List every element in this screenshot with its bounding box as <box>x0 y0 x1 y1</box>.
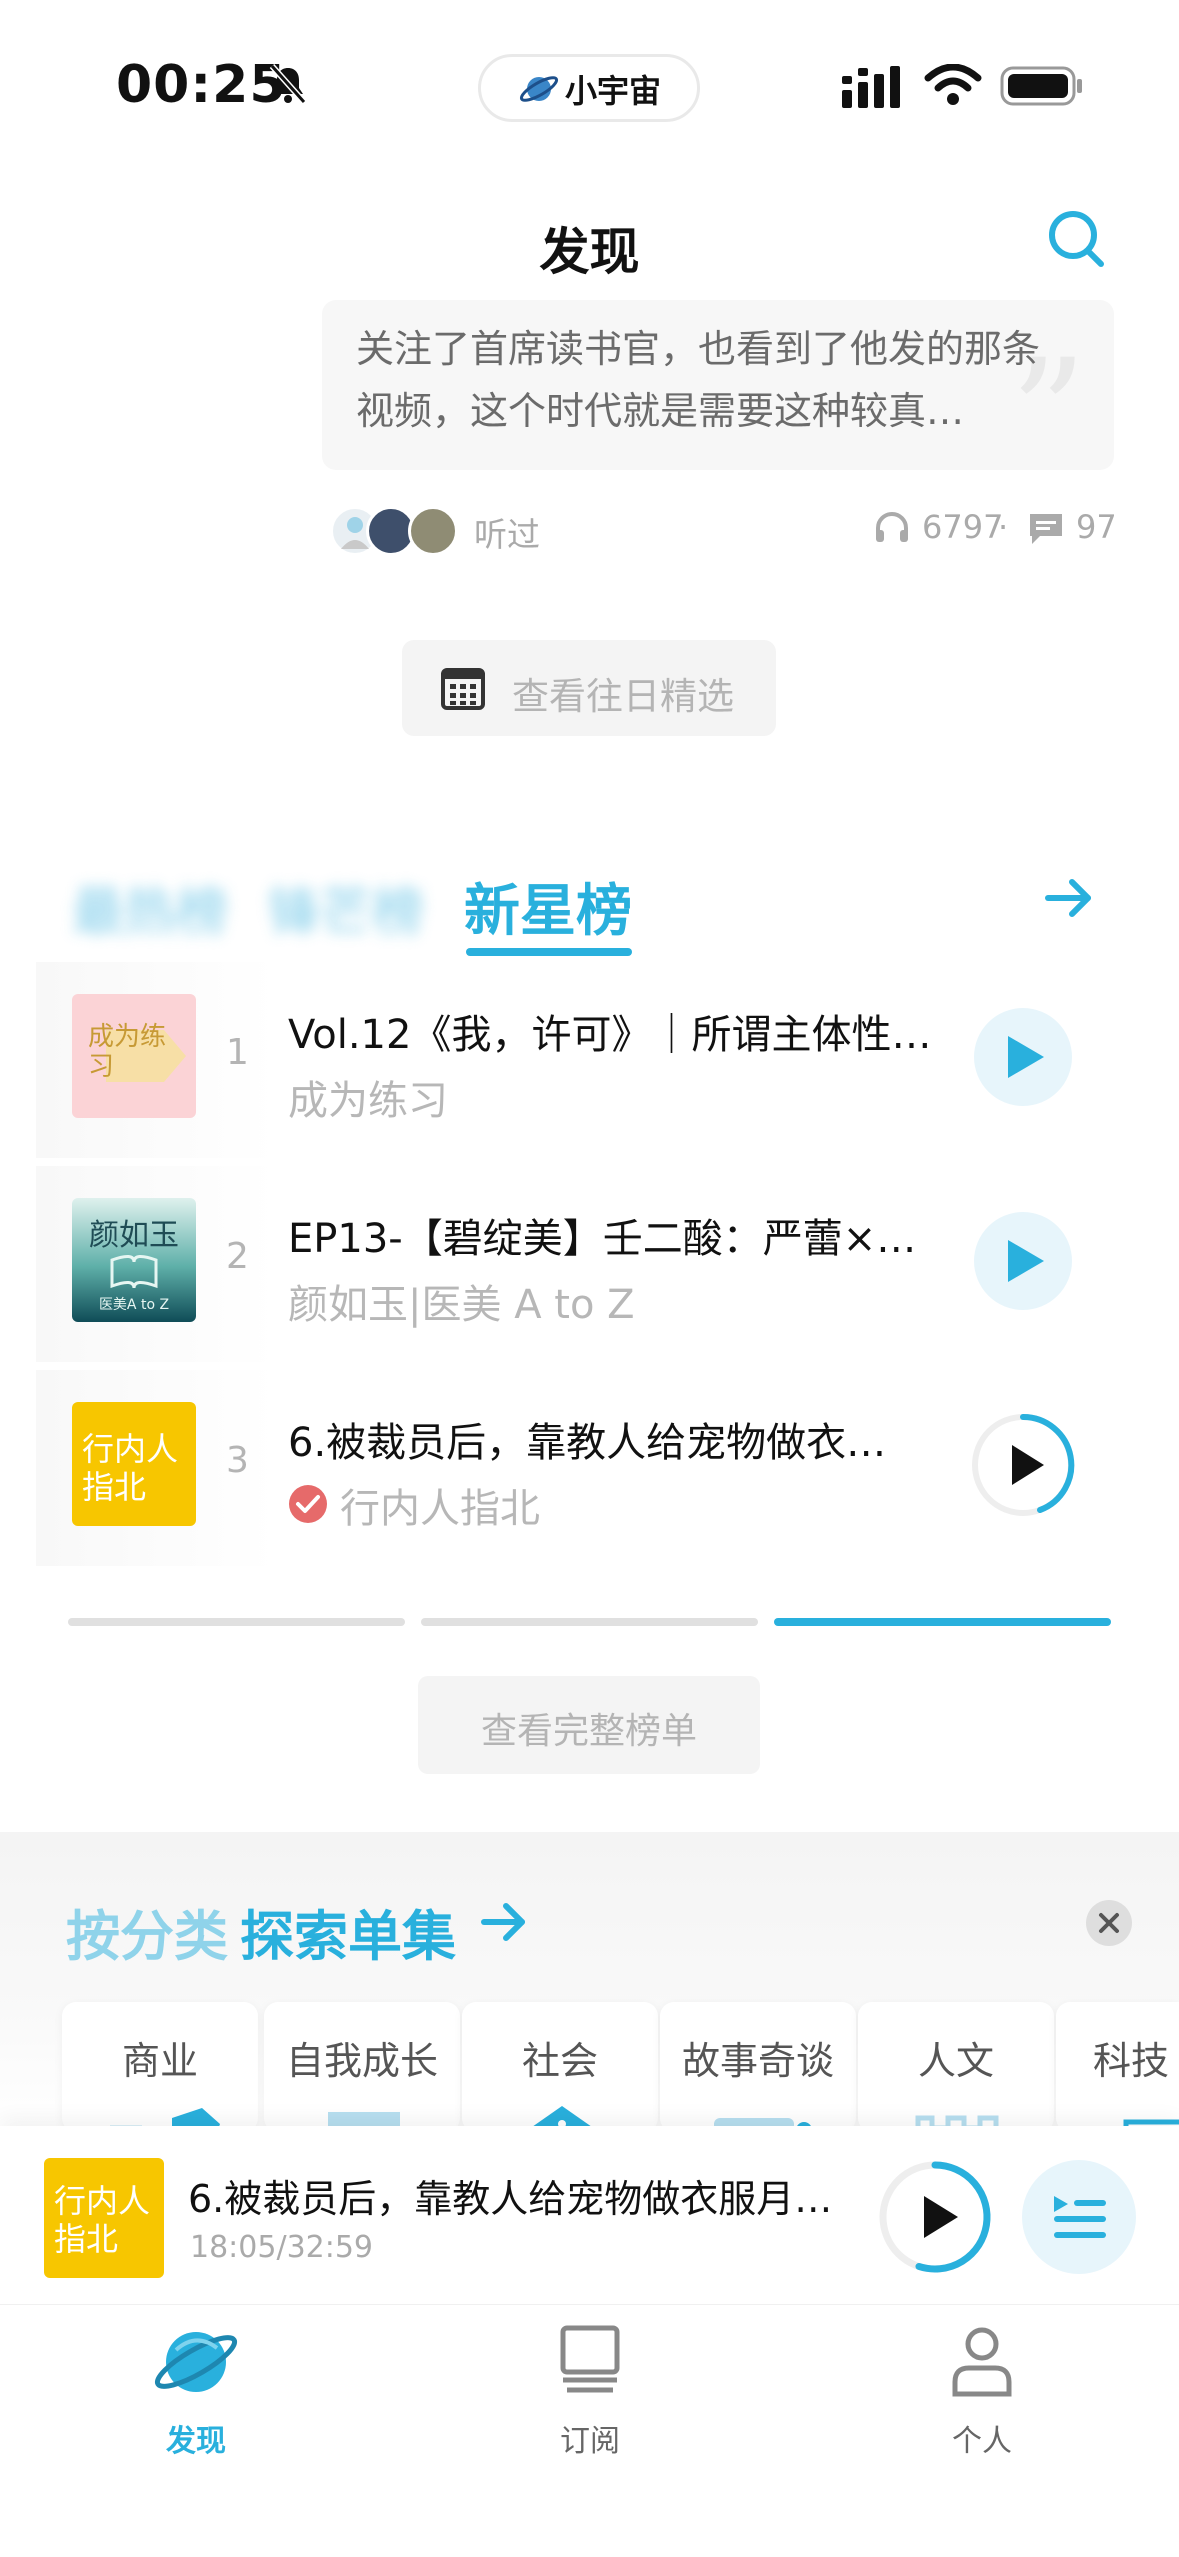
podcast-name: 行内人指北 <box>340 1486 540 1532</box>
rank-page-indicator <box>68 1618 1111 1626</box>
category-stories[interactable]: 故事奇谈 <box>660 2002 856 2132</box>
page-indicator-2 <box>421 1618 758 1626</box>
planet-icon <box>519 76 559 102</box>
close-button[interactable] <box>1086 1900 1132 1946</box>
category-society[interactable]: 社会 <box>462 2002 658 2132</box>
full-list-label: 查看完整榜单 <box>480 1711 697 1752</box>
person-icon <box>952 2327 1012 2397</box>
listened-label: 听过 <box>474 515 540 554</box>
mini-player-time: 18:05/32:59 <box>190 2230 374 2265</box>
category-label: 社会 <box>521 2039 598 2083</box>
verified-icon <box>289 1485 327 1523</box>
episode-title: Vol.12《我，许可》｜所谓主体性… <box>288 1012 932 1058</box>
tab-profile[interactable] <box>872 2322 1092 2402</box>
tab-discover[interactable] <box>86 2322 306 2402</box>
category-label: 科技 <box>1092 2039 1169 2083</box>
stats-separator: · <box>998 508 1009 546</box>
search-icon[interactable] <box>1046 208 1106 270</box>
tab-subscriptions-label: 订阅 <box>560 2424 620 2459</box>
tab-discover-label: 发现 <box>166 2424 226 2459</box>
category-self-growth[interactable]: 自我成长 <box>264 2002 460 2132</box>
play-icon <box>1008 1240 1044 1282</box>
avatar <box>408 506 458 556</box>
category-humanities[interactable]: 人文 <box>858 2002 1054 2132</box>
wifi-icon <box>924 64 982 105</box>
tab-hottest[interactable]: 最热榜 <box>72 870 228 945</box>
rank-row[interactable]: 颜如玉 医美A to Z 2 EP13-【碧绽美】壬二酸：严蕾×… 颜如玉|医美… <box>36 1166 1126 1362</box>
tab-new-stars[interactable]: 新星榜 <box>464 866 632 947</box>
podcast-cover: 颜如玉 医美A to Z <box>72 1198 196 1322</box>
page-indicator-3 <box>774 1618 1111 1626</box>
explore-title-prefix: 按分类 <box>66 1905 228 1968</box>
rank-number: 2 <box>226 1236 249 1277</box>
comment-count: 97 <box>1076 508 1117 546</box>
explore-title: 探索单集 <box>240 1905 456 1968</box>
close-icon <box>1099 1913 1119 1933</box>
past-picks-label: 查看往日精选 <box>512 675 734 718</box>
arrow-right-icon[interactable] <box>480 1898 530 1946</box>
play-button[interactable] <box>974 1008 1072 1106</box>
play-button[interactable] <box>974 1212 1072 1310</box>
rank-number: 1 <box>226 1032 249 1073</box>
podcast-name: 成为练习 <box>288 1078 448 1124</box>
battery-icon <box>1000 66 1082 106</box>
play-icon <box>1012 1445 1044 1485</box>
category-label: 故事奇谈 <box>681 2039 834 2083</box>
arrow-right-icon[interactable] <box>1044 875 1096 921</box>
episode-title: 6.被裁员后，靠教人给宠物做衣… <box>288 1420 887 1466</box>
status-time: 00:25 <box>116 55 287 115</box>
bell-muted-icon <box>269 64 307 104</box>
calendar-icon <box>441 668 485 710</box>
rank-row[interactable]: 成为练习 1 Vol.12《我，许可》｜所谓主体性… 成为练习 <box>36 962 1126 1158</box>
rank-number: 3 <box>226 1440 249 1481</box>
playlist-button[interactable] <box>1022 2160 1136 2274</box>
page-title: 发现 <box>539 223 640 281</box>
category-tech[interactable]: 科技 <box>1056 2002 1179 2132</box>
cover-subtext: 医美A to Z <box>98 1297 170 1313</box>
category-label: 人文 <box>917 2039 994 2083</box>
category-business[interactable]: 商业 <box>62 2002 258 2132</box>
cover-text: 行内人指北 <box>82 1430 179 1506</box>
category-label: 自我成长 <box>285 2039 438 2083</box>
playlist-icon <box>1054 2196 1106 2238</box>
podcast-name: 颜如玉|医美 A to Z <box>288 1282 635 1328</box>
mini-player-cover: 行内人指北 <box>44 2158 164 2278</box>
play-icon <box>1008 1036 1044 1078</box>
tab-subscriptions[interactable] <box>480 2322 700 2402</box>
monitor-icon <box>560 2325 620 2393</box>
planet-icon <box>154 2332 238 2392</box>
playing-button[interactable] <box>970 1412 1076 1518</box>
tab-rising-edge[interactable]: 锋芒榜 <box>268 870 424 945</box>
mini-player-title: 6.被裁员后，靠教人给宠物做衣服月… <box>188 2177 833 2221</box>
episode-title: EP13-【碧绽美】壬二酸：严蕾×… <box>288 1216 917 1262</box>
headphone-icon <box>876 512 908 542</box>
mini-player-play-button[interactable] <box>876 2158 994 2276</box>
play-count: 6797 <box>922 508 1004 546</box>
cover-text: 行内人指北 <box>54 2182 151 2258</box>
play-icon <box>924 2196 958 2238</box>
active-tab-underline <box>466 948 632 956</box>
comment-text: 关注了首席读书官，也看到了他发的那条视频，这个时代就是需要这种较真… <box>356 327 1041 433</box>
comment-icon <box>1030 514 1062 544</box>
page-indicator-1 <box>68 1618 405 1626</box>
tab-profile-label: 个人 <box>952 2424 1012 2459</box>
category-label: 商业 <box>121 2039 198 2083</box>
cover-text: 成为练习 <box>88 1022 167 1082</box>
app-pill-label: 小宇宙 <box>565 72 662 110</box>
rank-row[interactable]: 行内人指北 3 6.被裁员后，靠教人给宠物做衣… 行内人指北 <box>36 1370 1126 1566</box>
podcast-cover: 成为练习 <box>72 994 196 1118</box>
podcast-cover: 行内人指北 <box>72 1402 196 1526</box>
cellular-signal-icon <box>842 66 900 108</box>
